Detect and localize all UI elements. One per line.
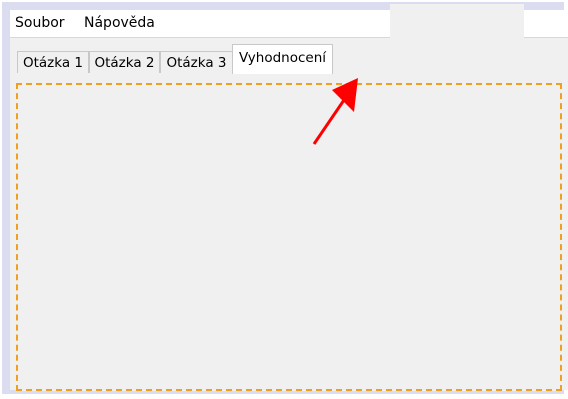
menu-napoveda[interactable]: Nápověda — [82, 15, 157, 31]
red-arrow-annotation — [312, 78, 358, 145]
blank-overlay — [390, 4, 524, 40]
tab-otazka-1[interactable]: Otázka 1 — [17, 51, 89, 73]
tab-vyhodnoceni[interactable]: Vyhodnocení — [232, 44, 333, 74]
app-window: Soubor Nápověda Otázka 1 Otázka 2 Otázka… — [10, 4, 568, 391]
menu-soubor[interactable]: Soubor — [13, 15, 67, 31]
tab-strip: Otázka 1 Otázka 2 Otázka 3 Vyhodnocení — [10, 43, 568, 83]
tab-otazka-2[interactable]: Otázka 2 — [89, 51, 160, 73]
tab-otazka-3[interactable]: Otázka 3 — [160, 51, 233, 73]
tab-panel — [16, 83, 562, 391]
